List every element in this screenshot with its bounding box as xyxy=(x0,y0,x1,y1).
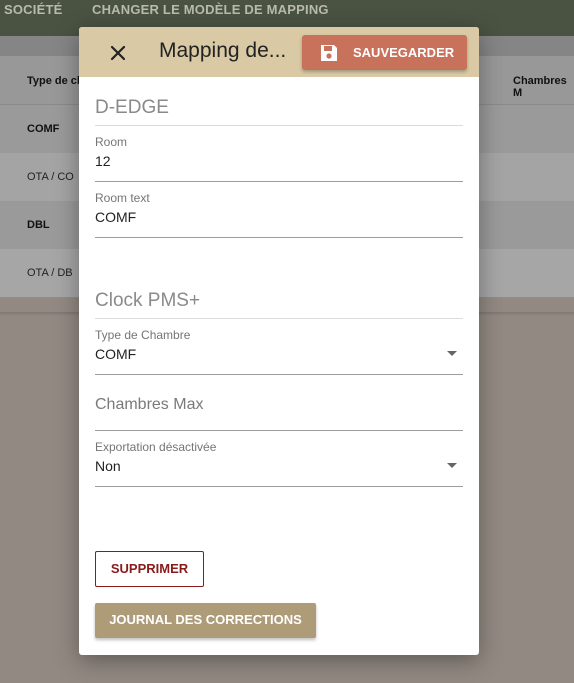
nav-tab-change-mapping-model[interactable]: CHANGER LE MODÈLE DE MAPPING xyxy=(92,2,329,17)
dropdown-arrow-icon xyxy=(447,463,457,468)
close-icon[interactable] xyxy=(105,40,131,66)
dropdown-arrow-icon xyxy=(447,351,457,356)
table-cell: DBL xyxy=(27,219,50,231)
type-chambre-label: Type de Chambre xyxy=(95,328,191,342)
type-chambre-select[interactable]: Type de Chambre COMF xyxy=(95,328,463,375)
chambres-max-placeholder: Chambres Max xyxy=(95,396,204,413)
room-value: 12 xyxy=(95,153,111,169)
journal-button-label: JOURNAL DES CORRECTIONS xyxy=(109,612,302,627)
save-button[interactable]: SAUVEGARDER xyxy=(302,35,467,70)
exportation-value: Non xyxy=(95,458,121,474)
journal-button[interactable]: JOURNAL DES CORRECTIONS xyxy=(95,603,316,638)
column-header-chambres-max[interactable]: Chambres M xyxy=(513,75,574,99)
table-cell: OTA / DB xyxy=(27,267,73,279)
column-header-type[interactable]: Type de ch xyxy=(27,75,84,87)
room-label: Room xyxy=(95,135,128,149)
type-chambre-value: COMF xyxy=(95,346,137,362)
delete-button[interactable]: SUPPRIMER xyxy=(95,551,204,587)
room-text-value: COMF xyxy=(95,209,137,225)
room-text-label: Room text xyxy=(95,191,150,205)
exportation-select[interactable]: Exportation désactivée Non xyxy=(95,440,463,487)
table-cell: COMF xyxy=(27,123,60,135)
room-field[interactable]: Room 12 xyxy=(95,135,463,182)
mapping-dialog: Mapping de... SAUVEGARDER D-EDGE Room 12… xyxy=(79,27,479,655)
delete-button-label: SUPPRIMER xyxy=(110,561,189,576)
floppy-disk-icon xyxy=(319,43,339,63)
room-text-field[interactable]: Room text COMF xyxy=(95,191,463,238)
nav-tab-societe[interactable]: SOCIÉTÉ xyxy=(4,2,62,17)
target-section-title: Clock PMS+ xyxy=(95,290,463,319)
dialog-title: Mapping de... xyxy=(159,39,287,62)
save-button-label: SAUVEGARDER xyxy=(353,45,455,60)
source-section-title: D-EDGE xyxy=(95,97,463,126)
exportation-label: Exportation désactivée xyxy=(95,440,217,454)
table-cell: OTA / CO xyxy=(27,171,74,183)
chambres-max-input[interactable]: Chambres Max xyxy=(95,384,463,431)
dialog-header: Mapping de... SAUVEGARDER xyxy=(79,27,479,77)
